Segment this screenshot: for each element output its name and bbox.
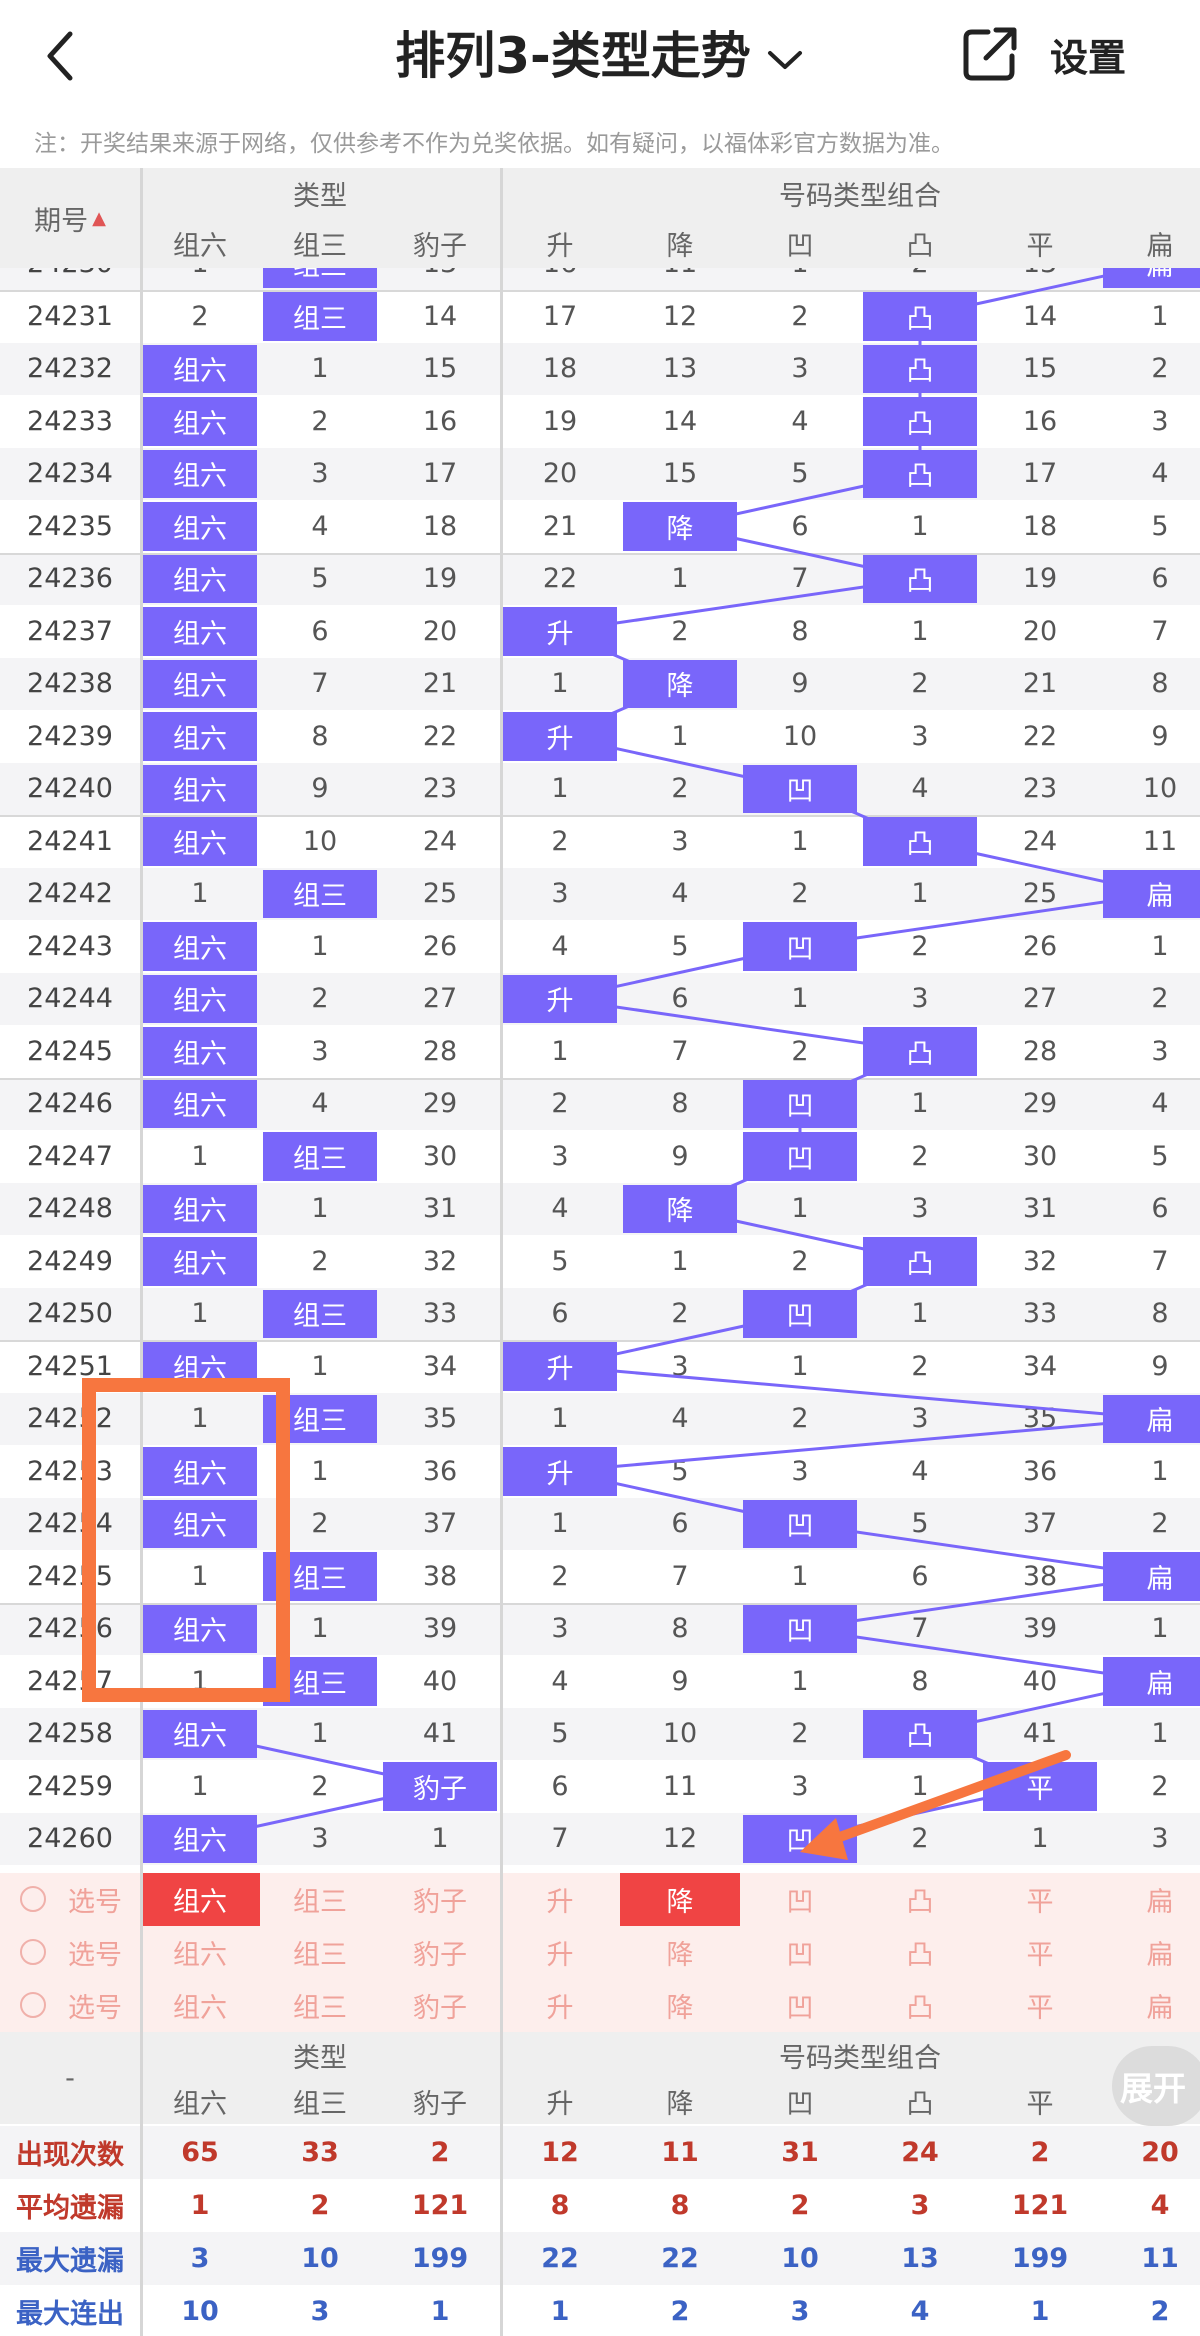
annotation-arrow-icon	[800, 1750, 1071, 1860]
expand-button[interactable]: 展开	[1112, 2046, 1200, 2126]
